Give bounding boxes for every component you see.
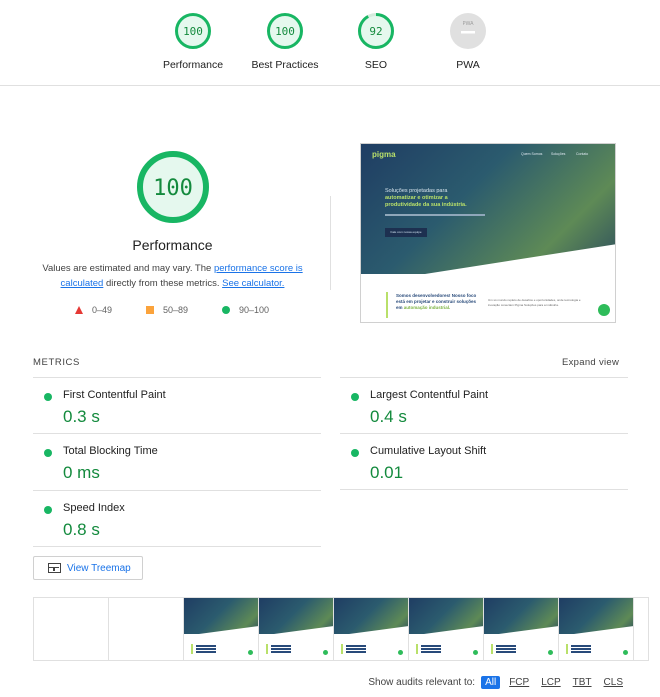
divider (33, 546, 321, 547)
pass-circle-icon (222, 306, 230, 314)
desc-prefix: Values are estimated and may vary. The (42, 263, 212, 274)
treemap-label: View Treemap (67, 562, 131, 574)
filmstrip-frame (34, 598, 109, 660)
filter-chip-cls[interactable]: CLS (601, 676, 626, 689)
filter-label: Show audits relevant to: (368, 677, 476, 688)
screenshot-nav-item: Contato (576, 152, 589, 156)
metric-tbt: Total Blocking Time 0 ms (33, 433, 321, 489)
svg-text:100: 100 (183, 25, 203, 38)
screenshot-subtext (385, 214, 485, 216)
svg-text:100: 100 (275, 25, 295, 38)
metric-name: First Contentful Paint (63, 389, 166, 401)
average-square-icon (146, 306, 154, 314)
legend-average: 50–89 (146, 305, 188, 315)
metrics-heading: METRICS (33, 357, 80, 368)
pass-dot-icon (351, 449, 359, 457)
screenshot-logo: pigma (372, 150, 396, 159)
final-screenshot[interactable]: pigma Quem Somos Soluções Contato Soluçõ… (360, 143, 616, 323)
desc-mid: directly from these metrics. (105, 278, 220, 289)
filmstrip-frame (259, 598, 334, 660)
gauge-ring: 100 (175, 13, 211, 49)
gauge-label: Performance (162, 59, 224, 71)
metric-name: Largest Contentful Paint (370, 389, 489, 401)
performance-title: Performance (132, 237, 213, 253)
svg-text:92: 92 (369, 25, 382, 38)
metric-name: Total Blocking Time (63, 445, 158, 457)
metric-lcp: Largest Contentful Paint 0.4 s (340, 377, 628, 433)
filmstrip-frame (409, 598, 484, 660)
screenshot-cta: Fale com nossa equipe (385, 228, 427, 237)
screenshot-section-title: Somos desenvolvedores! Nosso foco está e… (396, 293, 482, 311)
section-title-accent: automação industrial. (403, 305, 451, 310)
performance-score: 100 (153, 176, 193, 201)
pass-dot-icon (44, 393, 52, 401)
screenshot-accent-bar (386, 292, 388, 318)
metric-value: 0.4 s (370, 407, 407, 426)
pass-dot-icon (44, 449, 52, 457)
treemap-icon (48, 563, 61, 573)
divider (330, 196, 331, 290)
calculator-link[interactable]: See calculator. (222, 278, 284, 289)
metric-cls: Cumulative Layout Shift 0.01 (340, 433, 628, 489)
category-summary: 100 Performance 100 Best Practices 92 SE… (0, 0, 660, 86)
audit-filter: Show audits relevant to: All FCP LCP TBT… (368, 676, 626, 689)
screenshot-headline: Soluções projetadas para automatizar e o… (385, 188, 467, 209)
filter-chip-lcp[interactable]: LCP (538, 676, 563, 689)
filter-chip-fcp[interactable]: FCP (506, 676, 532, 689)
gauge-ring: 100 (267, 13, 303, 49)
filmstrip-frame (109, 598, 184, 660)
gauge-seo[interactable]: 92 SEO (336, 12, 416, 71)
pass-dot-icon (44, 506, 52, 514)
fail-triangle-icon (75, 306, 83, 314)
screenshot-nav-item: Soluções (551, 152, 566, 156)
whatsapp-icon (598, 304, 610, 316)
filmstrip-frame (334, 598, 409, 660)
gauge-best-practices[interactable]: 100 Best Practices (245, 12, 325, 71)
filmstrip-frame (484, 598, 559, 660)
screenshot-nav-item: Quem Somos (521, 152, 543, 156)
metric-value: 0.3 s (63, 407, 100, 426)
gauge-label: PWA (456, 59, 480, 71)
legend-pass-label: 90–100 (239, 305, 270, 315)
filmstrip-frame (184, 598, 259, 660)
divider (340, 489, 628, 490)
legend-fail-label: 0–49 (92, 305, 113, 315)
screenshot-section-text: Um só mundo repleto de desafios e oportu… (488, 298, 581, 307)
pass-dot-icon (351, 393, 359, 401)
gauge-label: SEO (364, 59, 388, 71)
view-treemap-button[interactable]: View Treemap (33, 556, 143, 580)
filter-chip-tbt[interactable]: TBT (570, 676, 595, 689)
legend-pass: 90–100 (222, 305, 269, 315)
filmstrip (33, 597, 649, 661)
svg-text:PWA: PWA (462, 21, 474, 27)
gauge-label: Best Practices (251, 59, 319, 71)
expand-view-toggle[interactable]: Expand view (562, 357, 619, 368)
gauge-pwa[interactable]: PWA PWA (428, 12, 508, 71)
filmstrip-frame (559, 598, 634, 660)
headline-end: produtividade da sua indústria. (385, 202, 467, 208)
gauge-performance[interactable]: 100 Performance (153, 12, 233, 71)
headline-line: Soluções projetadas para (385, 188, 448, 194)
legend-fail: 0–49 (75, 305, 112, 315)
headline-accent: automatizar e otimizar a (385, 195, 448, 201)
legend-average-label: 50–89 (163, 305, 189, 315)
performance-description: Values are estimated and may vary. The p… (40, 261, 305, 291)
metric-speed-index: Speed Index 0.8 s (33, 490, 321, 546)
metric-value: 0 ms (63, 463, 100, 482)
metric-name: Cumulative Layout Shift (370, 445, 487, 457)
metric-name: Speed Index (63, 502, 125, 514)
metric-value: 0.01 (370, 463, 404, 482)
performance-gauge: 100 (137, 151, 209, 223)
gauge-ring: 92 (358, 13, 394, 49)
metric-fcp: First Contentful Paint 0.3 s (33, 377, 321, 433)
filter-chip-all[interactable]: All (481, 676, 501, 689)
metric-value: 0.8 s (63, 520, 100, 539)
pwa-badge-icon: PWA (450, 13, 486, 49)
